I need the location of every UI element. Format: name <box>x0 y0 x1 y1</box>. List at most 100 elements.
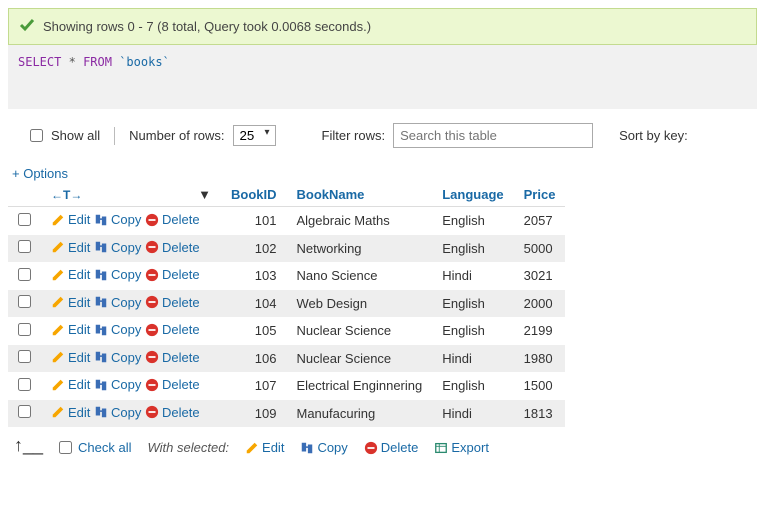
copy-link[interactable]: Copy <box>94 267 141 282</box>
table-row: Edit Copy Delete 107Electrical Enginnerin… <box>8 372 565 400</box>
success-text: Showing rows 0 - 7 (8 total, Query took … <box>43 19 371 34</box>
check-all-checkbox[interactable] <box>59 441 72 454</box>
cell-language: English <box>432 235 513 263</box>
edit-link[interactable]: Edit <box>51 377 90 392</box>
row-checkbox[interactable] <box>18 378 31 391</box>
check-icon <box>19 17 35 36</box>
filter-rows-input[interactable] <box>393 123 593 148</box>
row-checkbox[interactable] <box>18 268 31 281</box>
table-row: Edit Copy Delete 103Nano ScienceHindi3021 <box>8 262 565 290</box>
cell-bookname: Nano Science <box>287 262 433 290</box>
cell-language: Hindi <box>432 400 513 428</box>
edit-link[interactable]: Edit <box>51 350 90 365</box>
copy-link[interactable]: Copy <box>94 295 141 310</box>
delete-link[interactable]: Delete <box>145 350 200 365</box>
footer-edit[interactable]: Edit <box>245 440 284 455</box>
copy-link[interactable]: Copy <box>94 350 141 365</box>
delete-link[interactable]: Delete <box>145 267 200 282</box>
cell-bookid: 103 <box>221 262 287 290</box>
footer-export[interactable]: Export <box>434 440 489 455</box>
row-checkbox[interactable] <box>18 405 31 418</box>
row-checkbox[interactable] <box>18 323 31 336</box>
cell-language: Hindi <box>432 262 513 290</box>
cell-language: English <box>432 207 513 235</box>
separator <box>114 127 115 145</box>
col-bookid[interactable]: BookID <box>221 183 287 207</box>
copy-link[interactable]: Copy <box>94 405 141 420</box>
cell-bookname: Nuclear Science <box>287 317 433 345</box>
edit-link[interactable]: Edit <box>51 295 90 310</box>
sort-by-key-label: Sort by key: <box>619 128 688 143</box>
num-rows-select[interactable]: 25 <box>233 125 276 146</box>
cell-bookname: Nuclear Science <box>287 345 433 373</box>
edit-link[interactable]: Edit <box>51 212 90 227</box>
cell-bookid: 107 <box>221 372 287 400</box>
copy-link[interactable]: Copy <box>94 212 141 227</box>
col-price[interactable]: Price <box>514 183 566 207</box>
check-all-link[interactable]: Check all <box>78 440 131 455</box>
cell-language: English <box>432 372 513 400</box>
cell-bookid: 105 <box>221 317 287 345</box>
controls-bar: Show all Number of rows: 25 Filter rows:… <box>8 109 757 158</box>
cell-price: 2199 <box>514 317 566 345</box>
options-toggle[interactable]: + Options <box>8 158 68 181</box>
cell-bookid: 109 <box>221 400 287 428</box>
row-checkbox[interactable] <box>18 213 31 226</box>
row-checkbox[interactable] <box>18 350 31 363</box>
query-success-bar: Showing rows 0 - 7 (8 total, Query took … <box>8 8 757 45</box>
row-checkbox[interactable] <box>18 295 31 308</box>
delete-link[interactable]: Delete <box>145 212 200 227</box>
edit-link[interactable]: Edit <box>51 322 90 337</box>
results-table: ←T→ ▼ BookID BookName Language Price Edi… <box>8 183 565 427</box>
cell-price: 5000 <box>514 235 566 263</box>
table-row: Edit Copy Delete 109ManufacuringHindi1813 <box>8 400 565 428</box>
show-all-label: Show all <box>51 128 100 143</box>
sort-direction-header[interactable]: ←T→ ▼ <box>41 183 221 207</box>
sql-from: FROM <box>83 55 112 69</box>
with-selected-label: With selected: <box>148 440 230 455</box>
select-up-arrow-icon: ↑__ <box>14 435 43 456</box>
cell-bookname: Web Design <box>287 290 433 318</box>
cell-price: 3021 <box>514 262 566 290</box>
sql-table: `books` <box>119 55 170 69</box>
copy-link[interactable]: Copy <box>94 240 141 255</box>
cell-bookname: Electrical Enginnering <box>287 372 433 400</box>
col-bookname[interactable]: BookName <box>287 183 433 207</box>
cell-price: 2057 <box>514 207 566 235</box>
row-checkbox[interactable] <box>18 240 31 253</box>
footer-delete[interactable]: Delete <box>364 440 419 455</box>
filter-rows-label: Filter rows: <box>322 128 386 143</box>
copy-link[interactable]: Copy <box>94 322 141 337</box>
table-row: Edit Copy Delete 105Nuclear ScienceEnglis… <box>8 317 565 345</box>
cell-price: 1500 <box>514 372 566 400</box>
cell-bookid: 106 <box>221 345 287 373</box>
edit-link[interactable]: Edit <box>51 240 90 255</box>
cell-price: 1813 <box>514 400 566 428</box>
delete-link[interactable]: Delete <box>145 295 200 310</box>
cell-bookid: 101 <box>221 207 287 235</box>
num-rows-label: Number of rows: <box>129 128 224 143</box>
cell-bookid: 102 <box>221 235 287 263</box>
sql-star: * <box>69 55 76 69</box>
edit-link[interactable]: Edit <box>51 405 90 420</box>
delete-link[interactable]: Delete <box>145 240 200 255</box>
delete-link[interactable]: Delete <box>145 377 200 392</box>
cell-bookid: 104 <box>221 290 287 318</box>
cell-language: Hindi <box>432 345 513 373</box>
cell-bookname: Networking <box>287 235 433 263</box>
cell-language: English <box>432 290 513 318</box>
table-row: Edit Copy Delete101Algebraic MathsEnglis… <box>8 207 565 235</box>
delete-link[interactable]: Delete <box>145 405 200 420</box>
copy-link[interactable]: Copy <box>94 377 141 392</box>
cell-price: 1980 <box>514 345 566 373</box>
sql-select: SELECT <box>18 55 61 69</box>
cell-bookname: Manufacuring <box>287 400 433 428</box>
table-row: Edit Copy Delete104Web DesignEnglish2000 <box>8 290 565 318</box>
cell-language: English <box>432 317 513 345</box>
edit-link[interactable]: Edit <box>51 267 90 282</box>
table-row: Edit Copy Delete 106Nuclear ScienceHindi1… <box>8 345 565 373</box>
col-language[interactable]: Language <box>432 183 513 207</box>
show-all-checkbox[interactable] <box>30 129 43 142</box>
footer-copy[interactable]: Copy <box>300 440 347 455</box>
delete-link[interactable]: Delete <box>145 322 200 337</box>
